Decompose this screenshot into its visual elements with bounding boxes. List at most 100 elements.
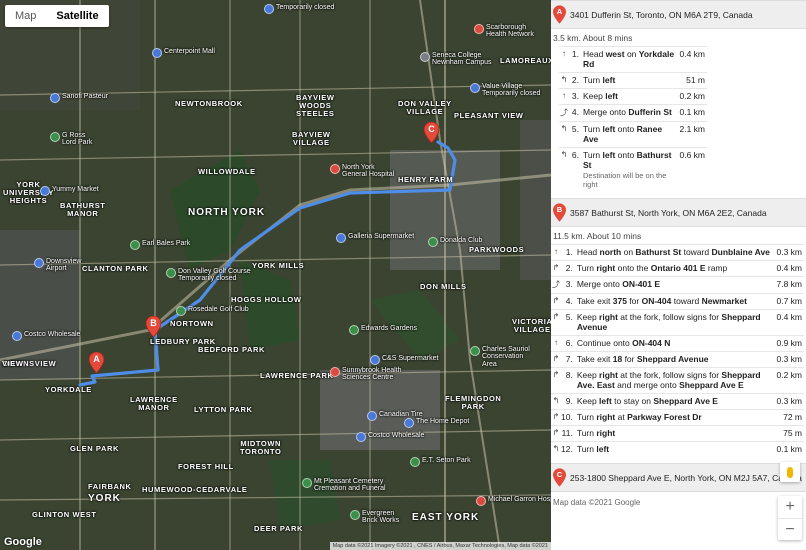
direction-step[interactable]: ↱ 10. Turn right at Parkway Forest Dr 72 m (551, 409, 804, 426)
map-area-label: LYTTON PARK (194, 405, 253, 414)
step-distance: 72 m (776, 409, 804, 426)
place-marker[interactable]: Yummy Market (40, 186, 99, 196)
place-marker[interactable]: Mt Pleasant Cemetery Cremation and Funer… (302, 478, 386, 493)
maneuver-icon: ↰ (559, 147, 569, 192)
map-area-label: GLINTON WEST (32, 510, 97, 519)
maneuver-icon: ↱ (551, 260, 561, 277)
direction-step[interactable]: ↱ 2. Turn right onto the Ontario 401 E ram… (551, 260, 804, 277)
place-marker[interactable]: North York General Hospital (330, 164, 394, 179)
maneuver-icon: ↱ (551, 293, 561, 310)
marker-a[interactable]: A (89, 352, 104, 373)
place-marker[interactable]: The Home Depot (404, 418, 469, 428)
step-note: Destination will be on the right (583, 171, 667, 189)
place-marker[interactable]: Evergreen Brick Works (350, 510, 399, 525)
marker-c[interactable]: C (424, 122, 439, 143)
place-marker[interactable]: Costco Wholesale (12, 331, 80, 341)
map-area-label: HENRY FARM (398, 175, 454, 184)
map-area-label: NORTH YORK (188, 207, 266, 218)
maneuver-icon: ⤴ (559, 104, 569, 122)
direction-step[interactable]: ↱ 5. Keep right at the fork, follow signs … (551, 309, 804, 336)
steps-table: ↑ 1. Head west on Yorkdale Rd 0.4 km ↰ 2. Turn… (559, 46, 707, 192)
marker-b[interactable]: B (146, 316, 161, 337)
place-marker[interactable]: Earl Bales Park (130, 240, 190, 250)
zoom-in-button[interactable]: + (778, 496, 802, 518)
place-name: Rosedale Golf Club (188, 306, 249, 313)
place-name: Sunnybrook Health Sciences Centre (342, 367, 402, 382)
direction-step[interactable]: ↑ 1. Head north on Bathurst St toward Dunb… (551, 244, 804, 261)
step-number: 1. (561, 244, 577, 261)
place-pin-icon (336, 233, 346, 243)
waypoint-b[interactable]: B 3587 Bathurst St, North York, ON M6A 2… (551, 198, 806, 227)
place-marker[interactable]: Rosedale Golf Club (176, 306, 249, 316)
place-pin-icon (470, 83, 480, 93)
direction-step[interactable]: ↰ 6. Turn left onto Bathurst St Destination… (559, 147, 707, 192)
directions-panel: A 3401 Dufferin St, Toronto, ON M6A 2T9,… (551, 0, 806, 550)
step-instruction: Turn right onto the Ontario 401 E ramp (576, 260, 777, 277)
place-marker[interactable]: Michael Garron Hospital (476, 496, 551, 506)
place-name: Temporarily closed (276, 4, 335, 11)
map-type-satellite-button[interactable]: Satellite (46, 5, 108, 27)
direction-step[interactable]: ↰ 12. Turn left 0.1 km (551, 441, 804, 457)
map-area-label: BEDFORD PARK (198, 345, 266, 354)
place-marker[interactable]: Seneca College Newnham Campus (420, 52, 492, 67)
step-distance: 0.9 km (776, 335, 804, 352)
step-number: 12. (561, 441, 577, 457)
direction-step[interactable]: ↱ 7. Take exit 18 for Sheppard Avenue 0.3 k… (551, 351, 804, 368)
direction-step[interactable]: ↱ 8. Keep right at the fork, follow signs … (551, 367, 804, 394)
step-instruction: Take exit 18 for Sheppard Avenue (576, 351, 777, 368)
place-marker[interactable]: Downsview Airport (34, 258, 81, 273)
place-marker[interactable]: Temporarily closed (264, 4, 334, 14)
direction-step[interactable]: ↑ 6. Continue onto ON-404 N 0.9 km (551, 335, 804, 352)
map-type-map-button[interactable]: Map (5, 5, 46, 27)
place-name: E.T. Seton Park (422, 457, 471, 464)
step-distance: 0.7 km (776, 293, 804, 310)
place-marker[interactable]: Galleria Supermarket (336, 233, 414, 243)
direction-step[interactable]: ↰ 9. Keep left to stay on Sheppard Ave E 0.… (551, 393, 804, 410)
place-marker[interactable]: E.T. Seton Park (410, 457, 471, 467)
place-name: Centerpoint Mall (164, 48, 215, 55)
direction-step[interactable]: ↰ 5. Turn left onto Ranee Ave 2.1 km (559, 121, 707, 148)
waypoint-c[interactable]: C 253-1800 Sheppard Ave E, North York, O… (551, 463, 806, 492)
satellite-map[interactable]: NORTH YORK BAYVIEW WOODS STEELES NEWTONBRO… (0, 0, 551, 550)
place-marker[interactable]: Donalda Club (428, 237, 482, 247)
step-number: 4. (561, 293, 577, 310)
marker-c-label: C (428, 124, 435, 134)
maneuver-icon: ↑ (551, 244, 561, 261)
direction-step[interactable]: ↑ 1. Head west on Yorkdale Rd 0.4 km (559, 46, 707, 73)
place-marker[interactable]: Scarborough Health Network (474, 24, 534, 39)
direction-step[interactable]: ↱ 11. Turn right 75 m (551, 425, 804, 442)
place-pin-icon (428, 237, 438, 247)
direction-step[interactable]: ↱ 4. Take exit 375 for ON-404 toward Newma… (551, 293, 804, 310)
place-marker[interactable]: C&S Supermarket (370, 355, 438, 365)
place-marker[interactable]: Value Village Temporarily closed (470, 83, 540, 98)
direction-step[interactable]: ↑ 3. Keep left 0.2 km (559, 88, 707, 105)
waypoint-address: 3401 Dufferin St, Toronto, ON M6A 2T9, C… (570, 9, 753, 20)
place-marker[interactable]: G Ross Lord Park (50, 132, 92, 147)
direction-step[interactable]: ↰ 2. Turn left 51 m (559, 72, 707, 89)
map-area-label: DON VALLEY VILLAGE (398, 99, 452, 116)
step-instruction: Keep left (583, 88, 680, 105)
place-marker[interactable]: Centerpoint Mall (152, 48, 215, 58)
map-area-label: BAYVIEW WOODS STEELES (296, 93, 335, 118)
place-marker[interactable]: Sunnybrook Health Sciences Centre (330, 367, 402, 382)
map-area-label: PARKWOODS (469, 245, 525, 254)
place-pin-icon (404, 418, 414, 428)
street-view-pegman-icon[interactable] (780, 462, 800, 482)
map-attribution[interactable]: Map data ©2021 Imagery ©2021 , CNES / Ai… (329, 542, 551, 550)
place-marker[interactable]: Sanofi Pasteur (50, 93, 108, 103)
direction-step[interactable]: ⤴ 4. Merge onto Dufferin St 0.1 km (559, 104, 707, 122)
step-distance: 2.1 km (679, 121, 707, 148)
route-leg-2: B 3587 Bathurst St, North York, ON M6A 2… (551, 198, 806, 457)
waypoint-a[interactable]: A 3401 Dufferin St, Toronto, ON M6A 2T9,… (551, 0, 806, 29)
zoom-out-button[interactable]: − (778, 518, 802, 540)
map-area-label: FAIRBANK (88, 482, 132, 491)
place-pin-icon (50, 132, 60, 142)
place-marker[interactable]: Costco Wholesale (356, 432, 424, 442)
direction-step[interactable]: ⤴ 3. Merge onto ON-401 E 7.8 km (551, 276, 804, 294)
place-marker[interactable]: Charles Sauriol Conservation Area (470, 346, 530, 368)
place-pin-icon (152, 48, 162, 58)
step-instruction: Keep right at the fork, follow signs for… (576, 309, 777, 336)
place-marker[interactable]: Edwards Gardens (349, 325, 417, 335)
place-pin-icon (40, 186, 50, 196)
place-marker[interactable]: Don Valley Golf Course Temporarily close… (166, 268, 251, 283)
